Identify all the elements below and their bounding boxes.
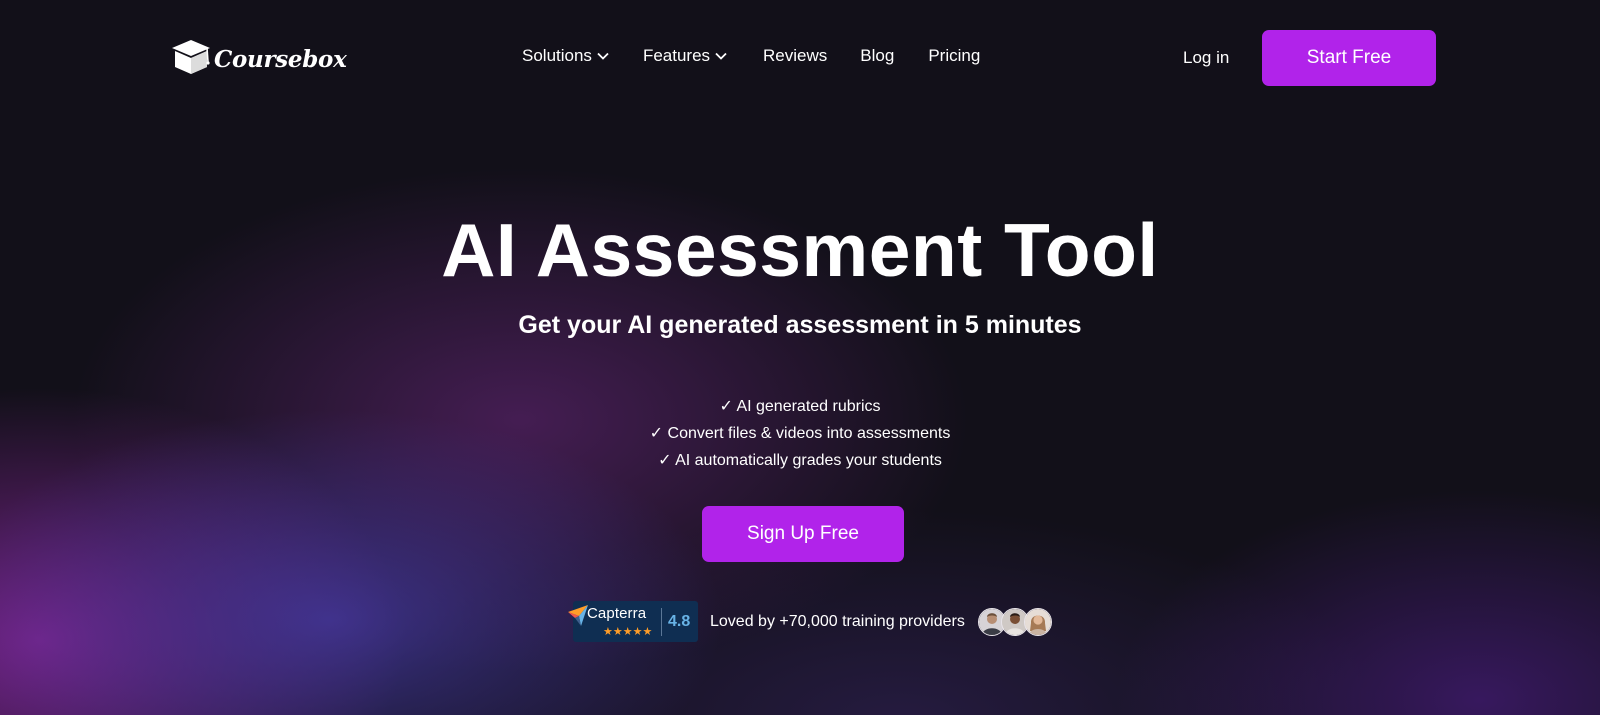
nav-item-blog[interactable]: Blog [860, 46, 894, 66]
hero-title: AI Assessment Tool [441, 208, 1159, 292]
feature-item: ✓ AI automatically grades your students [658, 452, 942, 469]
sign-up-free-button[interactable]: Sign Up Free [702, 506, 904, 562]
top-navigation: Coursebox Solutions Features Reviews Blo… [0, 0, 1600, 115]
feature-item: ✓ AI generated rubrics [719, 398, 881, 415]
chevron-down-icon [715, 52, 727, 60]
graduation-cap-icon [171, 38, 211, 81]
feature-item: ✓ Convert files & videos into assessment… [649, 425, 951, 442]
nav-item-label: Blog [860, 46, 895, 65]
nav-item-reviews[interactable]: Reviews [763, 46, 827, 66]
nav-item-label: Features [642, 46, 711, 65]
social-proof-text: Loved by +70,000 training providers [710, 612, 965, 630]
nav-item-pricing[interactable]: Pricing [928, 46, 980, 66]
nav-item-label: Pricing [928, 46, 981, 65]
badge-divider [661, 607, 662, 636]
social-proof: Capterra ★★★★★ 4.8 Loved by +70,000 trai… [568, 601, 1052, 642]
nav-item-solutions[interactable]: Solutions [522, 46, 609, 66]
chevron-down-icon [597, 52, 609, 60]
nav-item-features[interactable]: Features [643, 46, 727, 66]
nav-item-label: Reviews [763, 46, 828, 65]
rating-stars: ★★★★★ [603, 626, 653, 638]
brand-name: Coursebox [214, 46, 347, 73]
capterra-arrow-icon [567, 604, 589, 633]
capterra-badge[interactable]: Capterra ★★★★★ 4.8 [568, 601, 698, 642]
main-menu: Solutions Features Reviews Blog Pricing [522, 46, 980, 66]
hero-subtitle: Get your AI generated assessment in 5 mi… [518, 311, 1082, 339]
nav-item-label: Solutions [522, 46, 592, 65]
feature-list: ✓ AI generated rubrics ✓ Convert files &… [0, 393, 1600, 474]
avatar-group [977, 607, 1052, 636]
capterra-name: Capterra [587, 605, 647, 622]
login-link[interactable]: Log in [1183, 48, 1229, 68]
start-free-button[interactable]: Start Free [1262, 30, 1436, 86]
brand-logo[interactable]: Coursebox [171, 38, 347, 81]
avatar [1023, 607, 1052, 636]
capterra-rating: 4.8 [668, 612, 691, 630]
